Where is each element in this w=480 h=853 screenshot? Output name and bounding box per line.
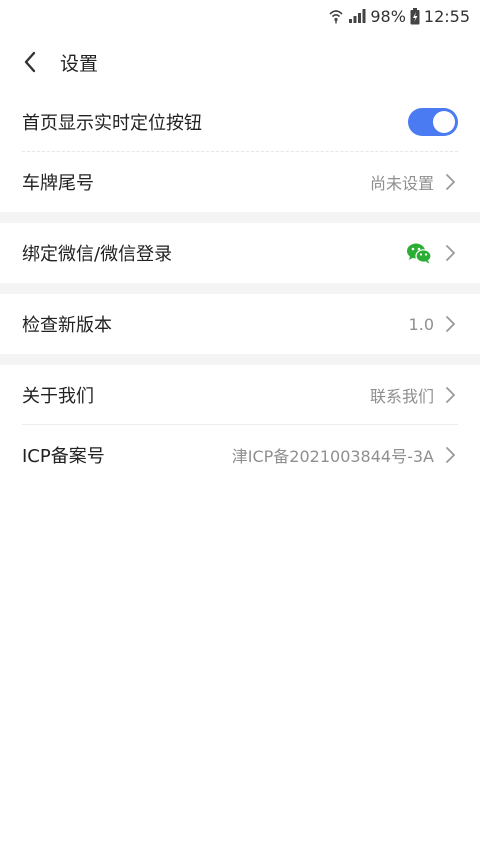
- setting-plate-tail[interactable]: 车牌尾号 尚未设置: [0, 152, 480, 212]
- setting-plate-tail-value: 尚未设置: [369, 174, 434, 193]
- setting-plate-tail-label: 车牌尾号: [22, 173, 94, 194]
- setting-check-version-label: 检查新版本: [22, 315, 112, 336]
- back-arrow-icon: [24, 51, 36, 73]
- locate-button-toggle[interactable]: [408, 108, 458, 136]
- setting-icp[interactable]: ICP备案号 津ICP备2021003844号-3A: [0, 425, 480, 485]
- chevron-right-icon: [444, 244, 458, 262]
- setting-icp-label: ICP备案号: [22, 446, 105, 467]
- setting-locate-label: 首页显示实时定位按钮: [22, 113, 202, 134]
- chevron-right-icon: [444, 173, 458, 191]
- section-gap: [0, 212, 480, 223]
- signal-icon: [348, 8, 366, 24]
- toggle-knob: [433, 111, 455, 133]
- status-bar: 98% 12:55: [0, 0, 480, 32]
- header: 设置: [0, 32, 480, 92]
- wechat-icon: [407, 243, 432, 264]
- setting-about-us[interactable]: 关于我们 联系我们: [0, 365, 480, 425]
- setting-check-version[interactable]: 检查新版本 1.0: [0, 294, 480, 354]
- battery-percent: 98%: [370, 6, 406, 26]
- setting-icp-value: 津ICP备2021003844号-3A: [231, 447, 434, 466]
- setting-locate-button: 首页显示实时定位按钮: [0, 92, 480, 152]
- chevron-right-icon: [444, 386, 458, 404]
- section-gap: [0, 354, 480, 365]
- wifi-icon: [328, 8, 344, 24]
- clock: 12:55: [423, 6, 470, 26]
- section-gap: [0, 283, 480, 294]
- setting-about-us-value: 联系我们: [369, 387, 434, 406]
- battery-icon: [410, 7, 420, 25]
- chevron-right-icon: [444, 446, 458, 464]
- setting-version-value: 1.0: [408, 314, 434, 334]
- setting-about-us-label: 关于我们: [22, 386, 94, 407]
- chevron-right-icon: [444, 315, 458, 333]
- page-title: 设置: [60, 52, 99, 75]
- back-button[interactable]: [18, 50, 42, 74]
- setting-wechat-bind[interactable]: 绑定微信/微信登录: [0, 223, 480, 283]
- setting-wechat-bind-label: 绑定微信/微信登录: [22, 244, 173, 265]
